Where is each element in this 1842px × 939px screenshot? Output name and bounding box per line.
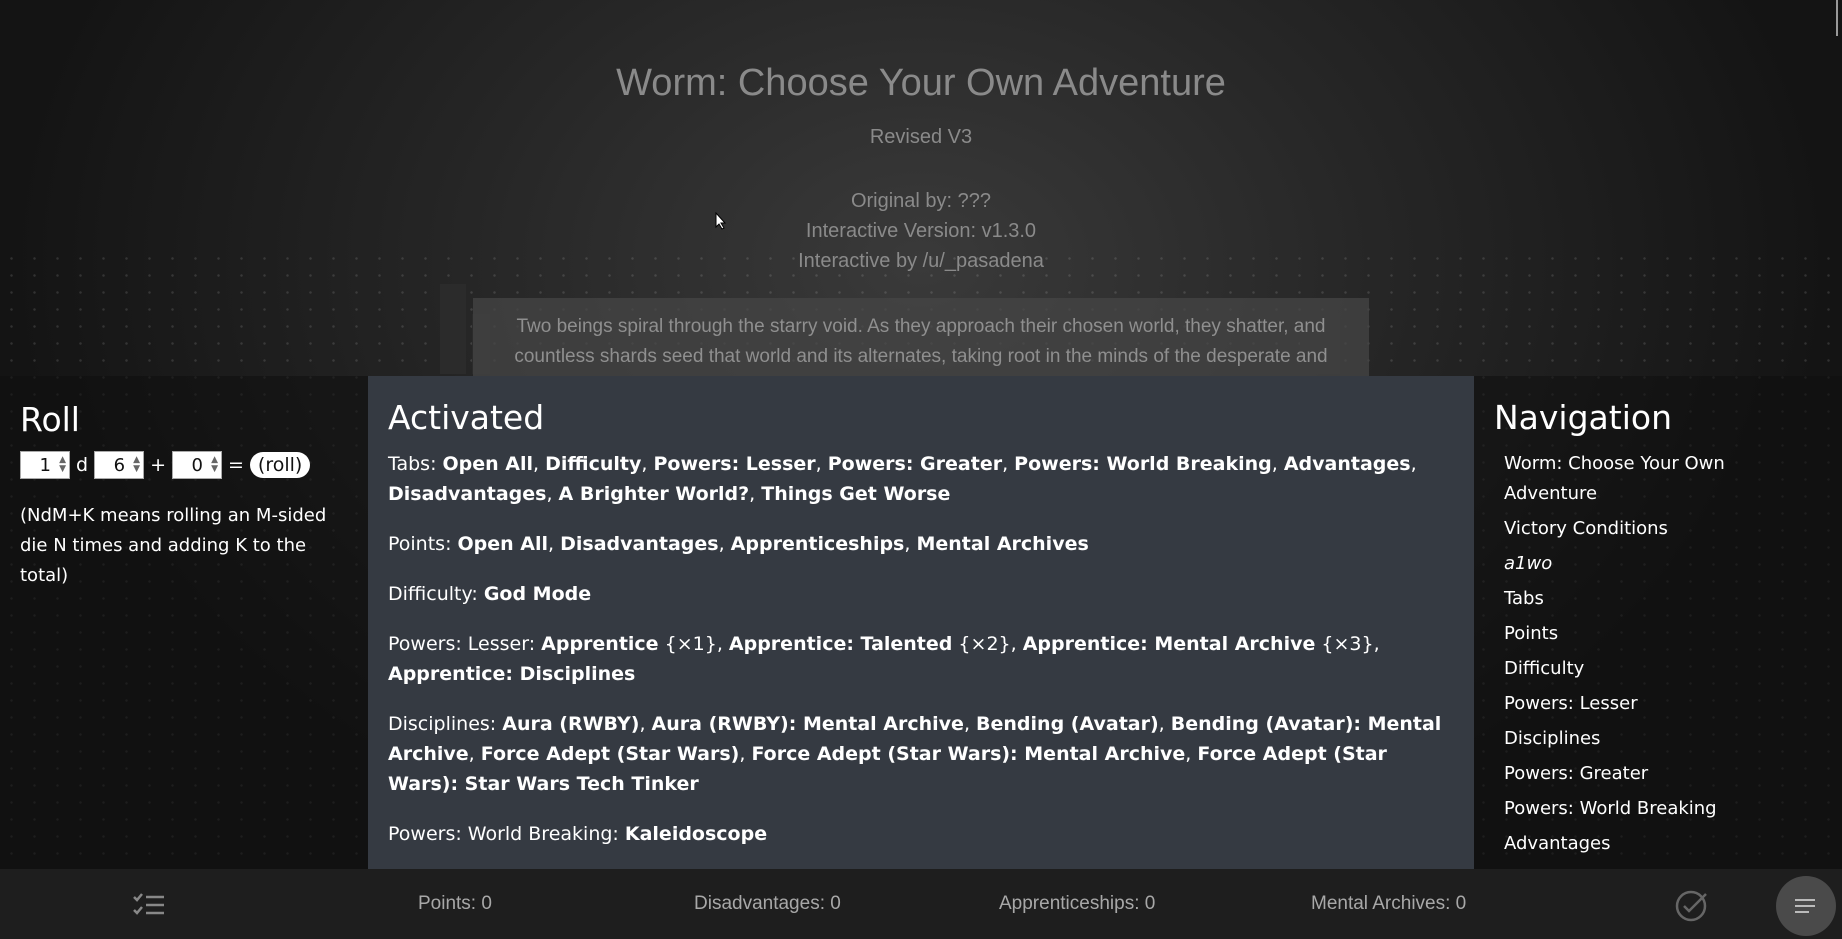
menu-icon <box>1795 899 1815 913</box>
activated-choice-link[interactable]: Powers: Greater <box>828 453 1002 475</box>
spinner-icon[interactable]: ▲ ▼ <box>133 456 140 474</box>
activated-choice-link[interactable]: Disadvantages <box>388 483 546 505</box>
nav-item[interactable]: a1wo <box>1494 549 1822 579</box>
activated-title: Activated <box>388 398 545 437</box>
activated-choice-link[interactable]: Powers: World Breaking <box>1014 453 1272 475</box>
plus-label: + <box>150 454 166 476</box>
navigation-list: Worm: Choose Your Own Adventure Victory C… <box>1494 449 1822 859</box>
activated-choice-link[interactable]: Disadvantages <box>560 533 718 555</box>
spinner-icon[interactable]: ▲ ▼ <box>59 456 66 474</box>
activated-choice-link[interactable]: Aura (RWBY): Mental Archive <box>652 713 964 735</box>
disadvantages-counter: Disadvantages: 0 <box>694 893 841 914</box>
activated-choice-link[interactable]: Open All <box>443 453 534 475</box>
menu-button[interactable] <box>1776 876 1836 936</box>
roll-title: Roll <box>20 400 80 439</box>
activated-line: Powers: Lesser: Apprentice {×1}, Apprent… <box>388 633 1380 685</box>
activated-list: Tabs: Open All, Difficulty, Powers: Less… <box>388 449 1454 869</box>
nav-item[interactable]: Worm: Choose Your Own Adventure <box>1494 449 1822 509</box>
navigation-title: Navigation <box>1494 398 1672 437</box>
activated-choice-link[interactable]: Aura (RWBY) <box>502 713 639 735</box>
dice-count-input[interactable]: 1 ▲ ▼ <box>20 451 70 479</box>
activated-choice-link[interactable]: Apprentice <box>541 633 658 655</box>
nav-item[interactable]: Points <box>1494 619 1822 649</box>
choice-multiplier: {×1} <box>658 633 717 655</box>
activated-line-label: Points: <box>388 533 458 555</box>
choice-multiplier: {×3} <box>1315 633 1374 655</box>
activated-choice-link[interactable]: Force Adept (Star Wars): Mental Archive <box>751 743 1185 765</box>
nav-item[interactable]: Disciplines <box>1494 724 1822 754</box>
activated-choice-link[interactable]: A Brighter World? <box>559 483 750 505</box>
roll-panel: Roll 1 ▲ ▼ d 6 ▲ ▼ + 0 ▲ ▼ = (roll) (NdM+K mea… <box>0 376 368 869</box>
activated-line: Difficulty: God Mode <box>388 579 1454 609</box>
nav-item[interactable]: Advantages <box>1494 829 1822 859</box>
checklist-icon[interactable] <box>132 891 166 919</box>
credit-original: Original by: ??? <box>850 190 992 212</box>
page-title: Worm: Choose Your Own Adventure <box>616 62 1226 104</box>
choice-multiplier: {×2} <box>952 633 1011 655</box>
activated-choice-link[interactable]: Apprenticeships <box>731 533 905 555</box>
activated-choice-link[interactable]: Things Get Worse <box>761 483 950 505</box>
activated-choice-link[interactable]: God Mode <box>484 583 591 605</box>
bottom-status-bar: Points: 0 Disadvantages: 0 Apprenticeshi… <box>0 869 1842 939</box>
credits: Original by: ??? Interactive Version: v1… <box>0 186 1842 276</box>
activated-line: Points: Open All, Disadvantages, Apprent… <box>388 533 1089 555</box>
points-counter: Points: 0 <box>418 893 492 914</box>
activated-line-label: Powers: Lesser: <box>388 633 542 655</box>
intro-text: Two beings spiral through the starry voi… <box>473 298 1369 376</box>
activated-choice-link[interactable]: Powers: Lesser <box>653 453 815 475</box>
d-label: d <box>76 454 89 476</box>
roll-button[interactable]: (roll) <box>249 452 311 478</box>
modifier-input[interactable]: 0 ▲ ▼ <box>171 451 222 479</box>
credit-version: Interactive Version: v1.3.0 <box>805 220 1037 242</box>
activated-choice-link[interactable]: Difficulty <box>545 453 641 475</box>
activated-line: Powers: World Breaking: Kaleidoscope <box>388 819 1454 849</box>
nav-item[interactable]: Powers: Greater <box>1494 759 1822 789</box>
activated-choice-link[interactable]: Apprentice: Talented <box>729 633 952 655</box>
nav-item[interactable]: Powers: World Breaking <box>1494 794 1822 824</box>
spinner-icon[interactable]: ▲ ▼ <box>211 456 218 474</box>
nav-item[interactable]: Victory Conditions <box>1494 514 1822 544</box>
equals-label: = <box>227 454 244 476</box>
activated-panel: Activated Tabs: Open All, Difficulty, Po… <box>368 376 1474 869</box>
roll-controls: 1 ▲ ▼ d 6 ▲ ▼ + 0 ▲ ▼ = (roll) <box>20 451 348 479</box>
mouse-cursor-icon <box>715 212 727 230</box>
activated-line-label: Difficulty: <box>388 583 484 605</box>
credit-interactive: Interactive by /u/_pasadena <box>798 250 1044 272</box>
apprenticeships-counter: Apprenticeships: 0 <box>999 893 1156 914</box>
activated-choice-link[interactable]: Mental Archives <box>916 533 1088 555</box>
activated-choice-link[interactable]: Advantages <box>1284 453 1411 475</box>
mental-archives-counter: Mental Archives: 0 <box>1311 893 1467 914</box>
scrollbar-thumb[interactable] <box>1836 0 1838 36</box>
nav-item[interactable]: Difficulty <box>1494 654 1822 684</box>
activated-choice-link[interactable]: Kaleidoscope <box>625 823 767 845</box>
nav-item[interactable]: Powers: Lesser <box>1494 689 1822 719</box>
activated-line: Disciplines: Aura (RWBY), Aura (RWBY): M… <box>388 713 1442 795</box>
dice-sides-input[interactable]: 6 ▲ ▼ <box>94 451 145 479</box>
activated-line-label: Disciplines: <box>388 713 503 735</box>
navigation-panel: Navigation Worm: Choose Your Own Adventu… <box>1474 376 1842 869</box>
activated-line-label: Tabs: <box>388 453 443 475</box>
activated-choice-link[interactable]: Bending (Avatar) <box>976 713 1159 735</box>
nav-item[interactable]: Tabs <box>1494 584 1822 614</box>
roll-note: (NdM+K means rolling an M-sided die N ti… <box>20 505 327 586</box>
activated-line: Tabs: Open All, Difficulty, Powers: Less… <box>388 453 1417 505</box>
activated-choice-link[interactable]: Force Adept (Star Wars) <box>481 743 740 765</box>
activated-choice-link[interactable]: Open All <box>458 533 549 555</box>
activated-choice-link[interactable]: Apprentice: Disciplines <box>388 663 635 685</box>
activated-choice-link[interactable]: Apprentice: Mental Archive <box>1023 633 1316 655</box>
check-circle-icon[interactable] <box>1674 889 1708 923</box>
activated-line-label: Powers: World Breaking: <box>388 823 625 845</box>
page-subtitle: Revised V3 <box>869 126 973 148</box>
